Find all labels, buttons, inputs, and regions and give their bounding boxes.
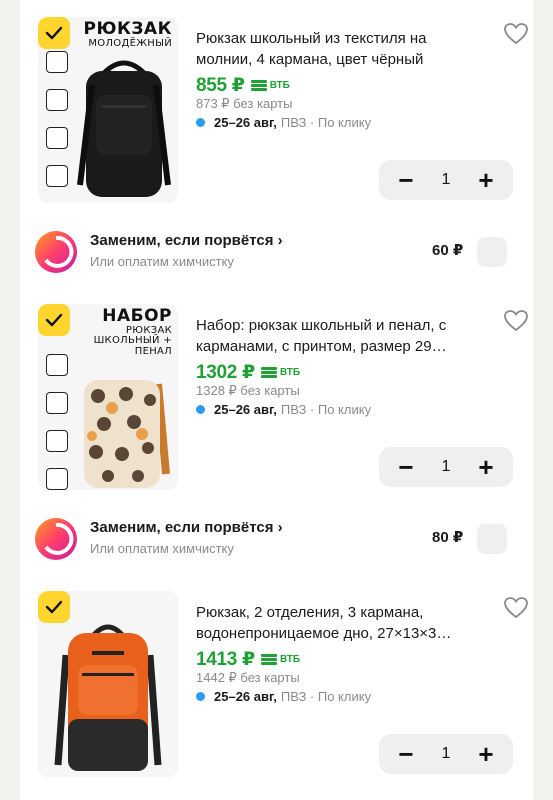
- product-image[interactable]: НАБОР РЮКЗАК ШКОЛЬНЫЙ + ПЕНАЛ: [38, 304, 178, 490]
- bank-label: ВТБ: [279, 654, 301, 665]
- insurance-price: 80 ₽: [432, 529, 464, 546]
- price-row: 855 ₽ ВТБ: [196, 74, 290, 97]
- product-title[interactable]: Рюкзак школьный из текстиля на молнии, 4…: [196, 28, 468, 70]
- product-title[interactable]: Рюкзак, 2 отделения, 3 кармана, водонепр…: [196, 602, 468, 644]
- backpack-illustration: [77, 60, 171, 197]
- vtb-logo-icon: [260, 654, 277, 665]
- insurance-offer[interactable]: Заменим, если порвётся › Или оплатим хим…: [20, 504, 533, 574]
- feature-icon: [46, 127, 68, 149]
- old-price: 873 ₽ без карты: [196, 96, 293, 111]
- insurance-price: 60 ₽: [432, 242, 464, 259]
- bank-label: ВТБ: [269, 80, 290, 91]
- delivery-dot-icon: [196, 405, 205, 414]
- insurance-subtitle: Или оплатим химчистку: [90, 541, 234, 556]
- decrease-button[interactable]: −: [395, 741, 417, 767]
- vtb-logo-icon: [250, 80, 267, 91]
- old-price: 1442 ₽ без карты: [196, 670, 300, 685]
- checkmark-icon: [45, 313, 63, 327]
- product-title[interactable]: Набор: рюкзак школьный и пенал, с карман…: [196, 315, 468, 357]
- heart-icon[interactable]: [503, 596, 529, 620]
- promo-small-text: МОЛОДЁЖНЫЙ: [88, 37, 172, 49]
- quantity-stepper: − 1 +: [379, 160, 513, 200]
- insurance-title[interactable]: Заменим, если порвётся ›: [90, 519, 283, 536]
- delivery-date: 25–26 авг,: [214, 689, 277, 704]
- feature-icon: [46, 468, 68, 490]
- delivery-where: ПВЗ · По клику: [280, 115, 372, 130]
- quantity-value: 1: [441, 458, 451, 475]
- cart-item: Рюкзак, 2 отделения, 3 кармана, водонепр…: [20, 574, 533, 789]
- price-row: 1302 ₽ ВТБ: [196, 361, 300, 384]
- feature-icon: [46, 354, 68, 376]
- backpack-illustration: [54, 624, 162, 771]
- promo-title: НАБОР РЮКЗАК ШКОЛЬНЫЙ + ПЕНАЛ: [82, 306, 172, 357]
- delivery-info: 25–26 авг, ПВЗ · По клику: [196, 402, 371, 417]
- price: 1302 ₽: [196, 362, 255, 383]
- feature-icon: [46, 51, 68, 73]
- delivery-info: 25–26 авг, ПВЗ · По клику: [196, 689, 371, 704]
- old-price: 1328 ₽ без карты: [196, 383, 300, 398]
- quantity-value: 1: [441, 745, 451, 762]
- vtb-logo-icon: [260, 367, 277, 378]
- yandex-plus-icon: [35, 518, 77, 560]
- delivery-dot-icon: [196, 118, 205, 127]
- insurance-offer[interactable]: Заменим, если порвётся › Или оплатим хим…: [20, 217, 533, 287]
- quantity-stepper: − 1 +: [379, 734, 513, 774]
- bank-label: ВТБ: [279, 367, 301, 378]
- feature-icons: [43, 51, 71, 189]
- quantity-value: 1: [441, 171, 451, 188]
- checkmark-icon: [45, 26, 63, 40]
- feature-icon: [46, 430, 68, 452]
- cart-item: РЮКЗАК МОЛОДЁЖНЫЙ Рюкзак школьный из тек…: [20, 0, 533, 215]
- checkmark-icon: [45, 600, 63, 614]
- heart-icon[interactable]: [503, 22, 529, 46]
- product-image[interactable]: [38, 591, 178, 777]
- feature-icons: [43, 354, 71, 490]
- cart-item: НАБОР РЮКЗАК ШКОЛЬНЫЙ + ПЕНАЛ Набор: рюк…: [20, 287, 533, 502]
- cart-sheet: РЮКЗАК МОЛОДЁЖНЫЙ Рюкзак школьный из тек…: [20, 0, 533, 800]
- decrease-button[interactable]: −: [395, 167, 417, 193]
- promo-title: РЮКЗАК МОЛОДЁЖНЫЙ: [83, 19, 172, 49]
- price: 1413 ₽: [196, 649, 255, 670]
- delivery-where: ПВЗ · По клику: [280, 402, 372, 417]
- delivery-where: ПВЗ · По клику: [280, 689, 372, 704]
- price: 855 ₽: [196, 75, 245, 96]
- backpack-illustration: [84, 380, 170, 488]
- yandex-plus-icon: [35, 231, 77, 273]
- decrease-button[interactable]: −: [395, 454, 417, 480]
- insurance-checkbox[interactable]: [477, 237, 507, 267]
- increase-button[interactable]: +: [475, 167, 497, 193]
- promo-small-text: РЮКЗАК ШКОЛЬНЫЙ + ПЕНАЛ: [93, 324, 172, 357]
- feature-icon: [46, 392, 68, 414]
- promo-big-text: НАБОР: [102, 306, 172, 326]
- quantity-stepper: − 1 +: [379, 447, 513, 487]
- insurance-checkbox[interactable]: [477, 524, 507, 554]
- heart-icon[interactable]: [503, 309, 529, 333]
- increase-button[interactable]: +: [475, 454, 497, 480]
- increase-button[interactable]: +: [475, 741, 497, 767]
- product-image[interactable]: РЮКЗАК МОЛОДЁЖНЫЙ: [38, 17, 178, 203]
- select-checkbox[interactable]: [38, 304, 70, 336]
- price-row: 1413 ₽ ВТБ: [196, 648, 300, 671]
- insurance-title[interactable]: Заменим, если порвётся ›: [90, 232, 283, 249]
- delivery-date: 25–26 авг,: [214, 115, 277, 130]
- promo-big-text: РЮКЗАК: [83, 19, 172, 39]
- feature-icon: [46, 89, 68, 111]
- select-checkbox[interactable]: [38, 591, 70, 623]
- insurance-subtitle: Или оплатим химчистку: [90, 254, 234, 269]
- delivery-date: 25–26 авг,: [214, 402, 277, 417]
- select-checkbox[interactable]: [38, 17, 70, 49]
- delivery-info: 25–26 авг, ПВЗ · По клику: [196, 115, 371, 130]
- delivery-dot-icon: [196, 692, 205, 701]
- feature-icon: [46, 165, 68, 187]
